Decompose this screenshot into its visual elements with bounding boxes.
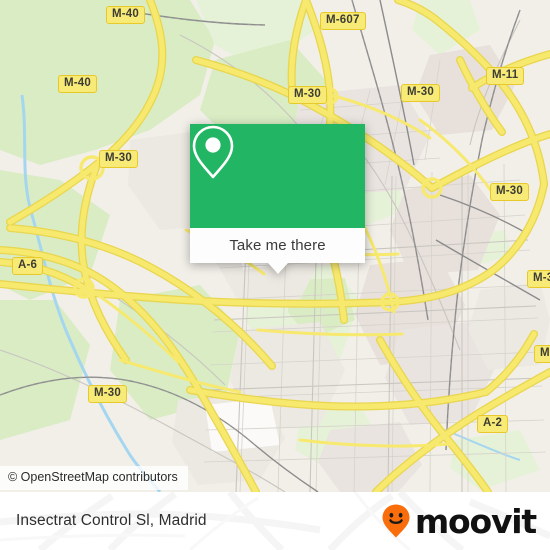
take-me-there-button[interactable]: Take me there [190,228,365,263]
place-popup-card[interactable]: Take me there [190,124,365,274]
road-shield-m30-northeast: M-30 [401,84,441,102]
road-shield-m-east-clipped: M [534,345,550,363]
osm-attribution[interactable]: © OpenStreetMap contributors [0,466,188,490]
moovit-place-map-card: .pk{fill:#d9ecc4} .pk2{fill:#e6f2d8} .bl… [0,0,550,550]
road-shield-a6: A-6 [12,257,44,275]
moovit-smiley-pin-icon [382,504,410,538]
road-shield-m30-southwest: M-30 [88,385,128,403]
map-pin-icon [192,125,234,179]
road-shield-m30-east-clipped: M-3 [527,270,550,288]
popup-pointer [267,263,288,274]
road-shield-m40-west: M-40 [58,75,98,93]
moovit-wordmark: moovit [414,501,537,541]
road-shield-m30-north: M-30 [288,86,328,104]
road-shield-a2: A-2 [477,415,509,433]
popup-header [190,124,365,228]
road-shield-m11: M-11 [486,67,525,85]
place-title: Insectrat Control Sl, Madrid [16,512,207,529]
road-shield-m30-east: M-30 [490,183,530,201]
road-shield-m607: M-607 [320,12,366,30]
moovit-logo[interactable]: moovit [381,492,537,550]
map-canvas[interactable]: .pk{fill:#d9ecc4} .pk2{fill:#e6f2d8} .bl… [0,0,550,492]
road-shield-m30-west: M-30 [99,150,139,168]
footer-bar: Insectrat Control Sl, Madrid moovit [0,492,550,550]
road-shield-m40-north: M-40 [106,6,146,24]
